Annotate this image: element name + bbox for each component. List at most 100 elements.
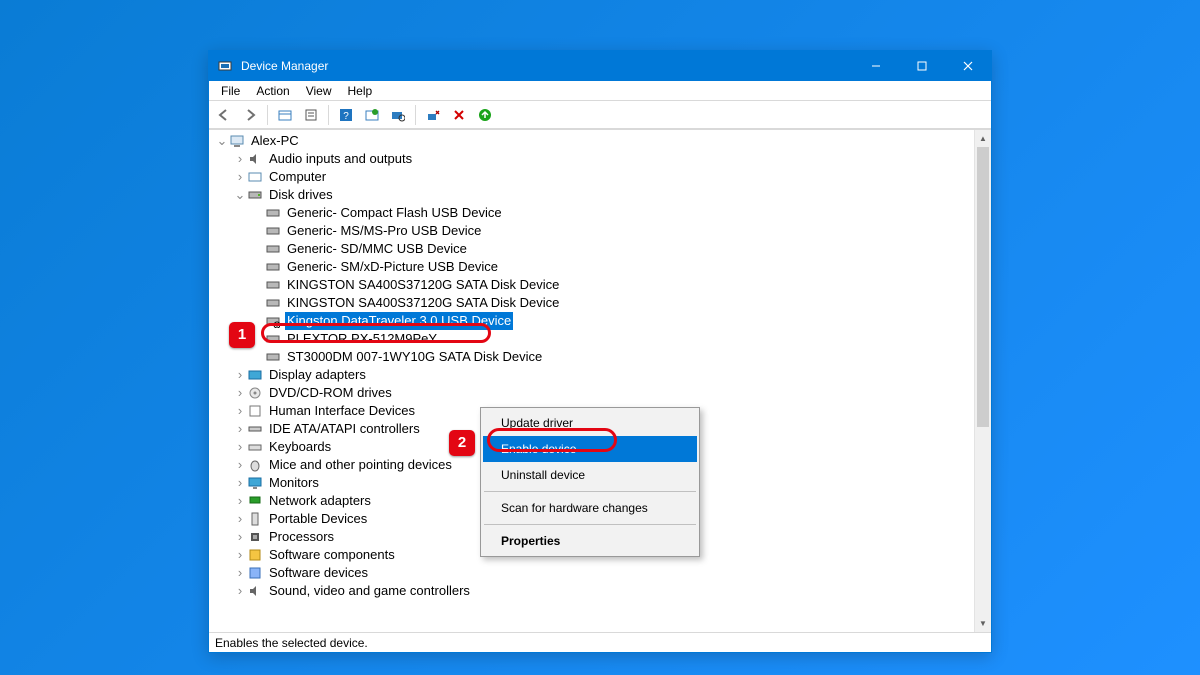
expand-icon[interactable]: › <box>233 474 247 492</box>
tree-category-dvd[interactable]: ›DVD/CD-ROM drives <box>213 384 974 402</box>
ctx-update-driver[interactable]: Update driver <box>483 410 697 436</box>
expand-icon[interactable]: › <box>233 492 247 510</box>
ctx-scan-hardware[interactable]: Scan for hardware changes <box>483 495 697 521</box>
tree-device[interactable]: Generic- MS/MS-Pro USB Device <box>213 222 974 240</box>
expand-icon[interactable]: › <box>233 456 247 474</box>
toolbar-uninstall-button[interactable] <box>422 104 444 126</box>
expand-icon[interactable]: › <box>233 564 247 582</box>
toolbar-separator <box>267 105 268 125</box>
toolbar-enable-button[interactable] <box>474 104 496 126</box>
tree-device[interactable]: KINGSTON SA400S37120G SATA Disk Device <box>213 294 974 312</box>
tree-item-label: Computer <box>267 168 328 186</box>
expand-icon[interactable]: › <box>233 384 247 402</box>
tree-category-computer[interactable]: › Computer <box>213 168 974 186</box>
expand-icon[interactable]: › <box>233 438 247 456</box>
expand-icon[interactable]: › <box>233 546 247 564</box>
expand-icon[interactable]: › <box>233 582 247 600</box>
menu-file[interactable]: File <box>213 83 248 99</box>
collapse-icon[interactable]: ⌄ <box>215 132 229 150</box>
scroll-down-button[interactable]: ▼ <box>975 615 991 632</box>
tree-item-label: PLEXTOR PX-512M9PeY <box>285 330 439 348</box>
tree-item-label: IDE ATA/ATAPI controllers <box>267 420 422 438</box>
tree-item-label: Generic- Compact Flash USB Device <box>285 204 504 222</box>
menu-action[interactable]: Action <box>248 83 297 99</box>
scrollbar-track[interactable] <box>975 147 991 615</box>
disk-drive-icon <box>265 331 281 347</box>
context-menu: Update driver Enable device Uninstall de… <box>480 407 700 557</box>
scroll-up-button[interactable]: ▲ <box>975 130 991 147</box>
tree-device-selected[interactable]: Kingston DataTraveler 3.0 USB Device <box>213 312 974 330</box>
disk-drive-icon <box>265 241 281 257</box>
tree-device[interactable]: Generic- SM/xD-Picture USB Device <box>213 258 974 276</box>
toolbar-properties-button[interactable] <box>300 104 322 126</box>
statusbar-text: Enables the selected device. <box>215 636 368 650</box>
expand-icon[interactable]: › <box>233 402 247 420</box>
app-icon <box>217 58 233 74</box>
tree-item-label: Monitors <box>267 474 321 492</box>
tree-item-label: Mice and other pointing devices <box>267 456 454 474</box>
toolbar-back-button[interactable] <box>213 104 235 126</box>
expand-icon[interactable]: › <box>233 510 247 528</box>
tree-device[interactable]: KINGSTON SA400S37120G SATA Disk Device <box>213 276 974 294</box>
monitor-icon <box>247 475 263 491</box>
toolbar: ? <box>209 101 991 129</box>
toolbar-forward-button[interactable] <box>239 104 261 126</box>
menu-view[interactable]: View <box>298 83 340 99</box>
ctx-separator <box>484 524 696 525</box>
disk-drive-icon <box>265 205 281 221</box>
disk-drive-icon <box>265 277 281 293</box>
tree-item-label: Software devices <box>267 564 370 582</box>
sound-controller-icon <box>247 583 263 599</box>
tree-category-swdevices[interactable]: › Software devices <box>213 564 974 582</box>
tree-category-display[interactable]: ›Display adapters <box>213 366 974 384</box>
tree-device[interactable]: PLEXTOR PX-512M9PeY <box>213 330 974 348</box>
network-adapter-icon <box>247 493 263 509</box>
ctx-uninstall-device[interactable]: Uninstall device <box>483 462 697 488</box>
tree-root[interactable]: ⌄ Alex-PC <box>213 132 974 150</box>
tree-root-label: Alex-PC <box>249 132 301 150</box>
toolbar-help-button[interactable]: ? <box>335 104 357 126</box>
ctx-enable-device[interactable]: Enable device <box>483 436 697 462</box>
toolbar-separator <box>415 105 416 125</box>
processor-icon <box>247 529 263 545</box>
toolbar-show-hidden-button[interactable] <box>274 104 296 126</box>
disk-drive-icon <box>265 349 281 365</box>
ctx-properties[interactable]: Properties <box>483 528 697 554</box>
svg-text:?: ? <box>343 111 349 122</box>
software-device-icon <box>247 565 263 581</box>
ctx-separator <box>484 491 696 492</box>
maximize-button[interactable] <box>899 51 945 81</box>
scrollbar-thumb[interactable] <box>977 147 989 427</box>
expand-icon[interactable]: › <box>233 366 247 384</box>
toolbar-scan-hardware-button[interactable] <box>387 104 409 126</box>
tree-device[interactable]: Generic- Compact Flash USB Device <box>213 204 974 222</box>
disk-drive-icon <box>265 223 281 239</box>
device-tree[interactable]: ⌄ Alex-PC ›Audio inputs and outputs › Com… <box>209 130 974 632</box>
expand-icon[interactable]: › <box>233 420 247 438</box>
tree-category-audio[interactable]: ›Audio inputs and outputs <box>213 150 974 168</box>
expand-icon[interactable]: › <box>233 150 247 168</box>
expand-icon[interactable]: › <box>233 168 247 186</box>
toolbar-disable-button[interactable] <box>448 104 470 126</box>
minimize-button[interactable] <box>853 51 899 81</box>
tree-item-label: Network adapters <box>267 492 373 510</box>
tree-device[interactable]: ST3000DM 007-1WY10G SATA Disk Device <box>213 348 974 366</box>
tree-device[interactable]: Generic- SD/MMC USB Device <box>213 240 974 258</box>
toolbar-update-driver-button[interactable] <box>361 104 383 126</box>
tree-item-label: Sound, video and game controllers <box>267 582 472 600</box>
menu-help[interactable]: Help <box>340 83 381 99</box>
tree-item-label: KINGSTON SA400S37120G SATA Disk Device <box>285 276 561 294</box>
hid-icon <box>247 403 263 419</box>
display-adapter-icon <box>247 367 263 383</box>
vertical-scrollbar[interactable]: ▲ ▼ <box>974 130 991 632</box>
window-controls <box>853 51 991 81</box>
tree-category-sound[interactable]: › Sound, video and game controllers <box>213 582 974 600</box>
collapse-icon[interactable]: ⌄ <box>233 186 247 204</box>
titlebar[interactable]: Device Manager <box>209 51 991 81</box>
tree-category-disk[interactable]: ⌄Disk drives <box>213 186 974 204</box>
tree-item-label: ST3000DM 007-1WY10G SATA Disk Device <box>285 348 544 366</box>
close-button[interactable] <box>945 51 991 81</box>
expand-icon[interactable]: › <box>233 528 247 546</box>
tree-item-label: KINGSTON SA400S37120G SATA Disk Device <box>285 294 561 312</box>
mouse-icon <box>247 457 263 473</box>
